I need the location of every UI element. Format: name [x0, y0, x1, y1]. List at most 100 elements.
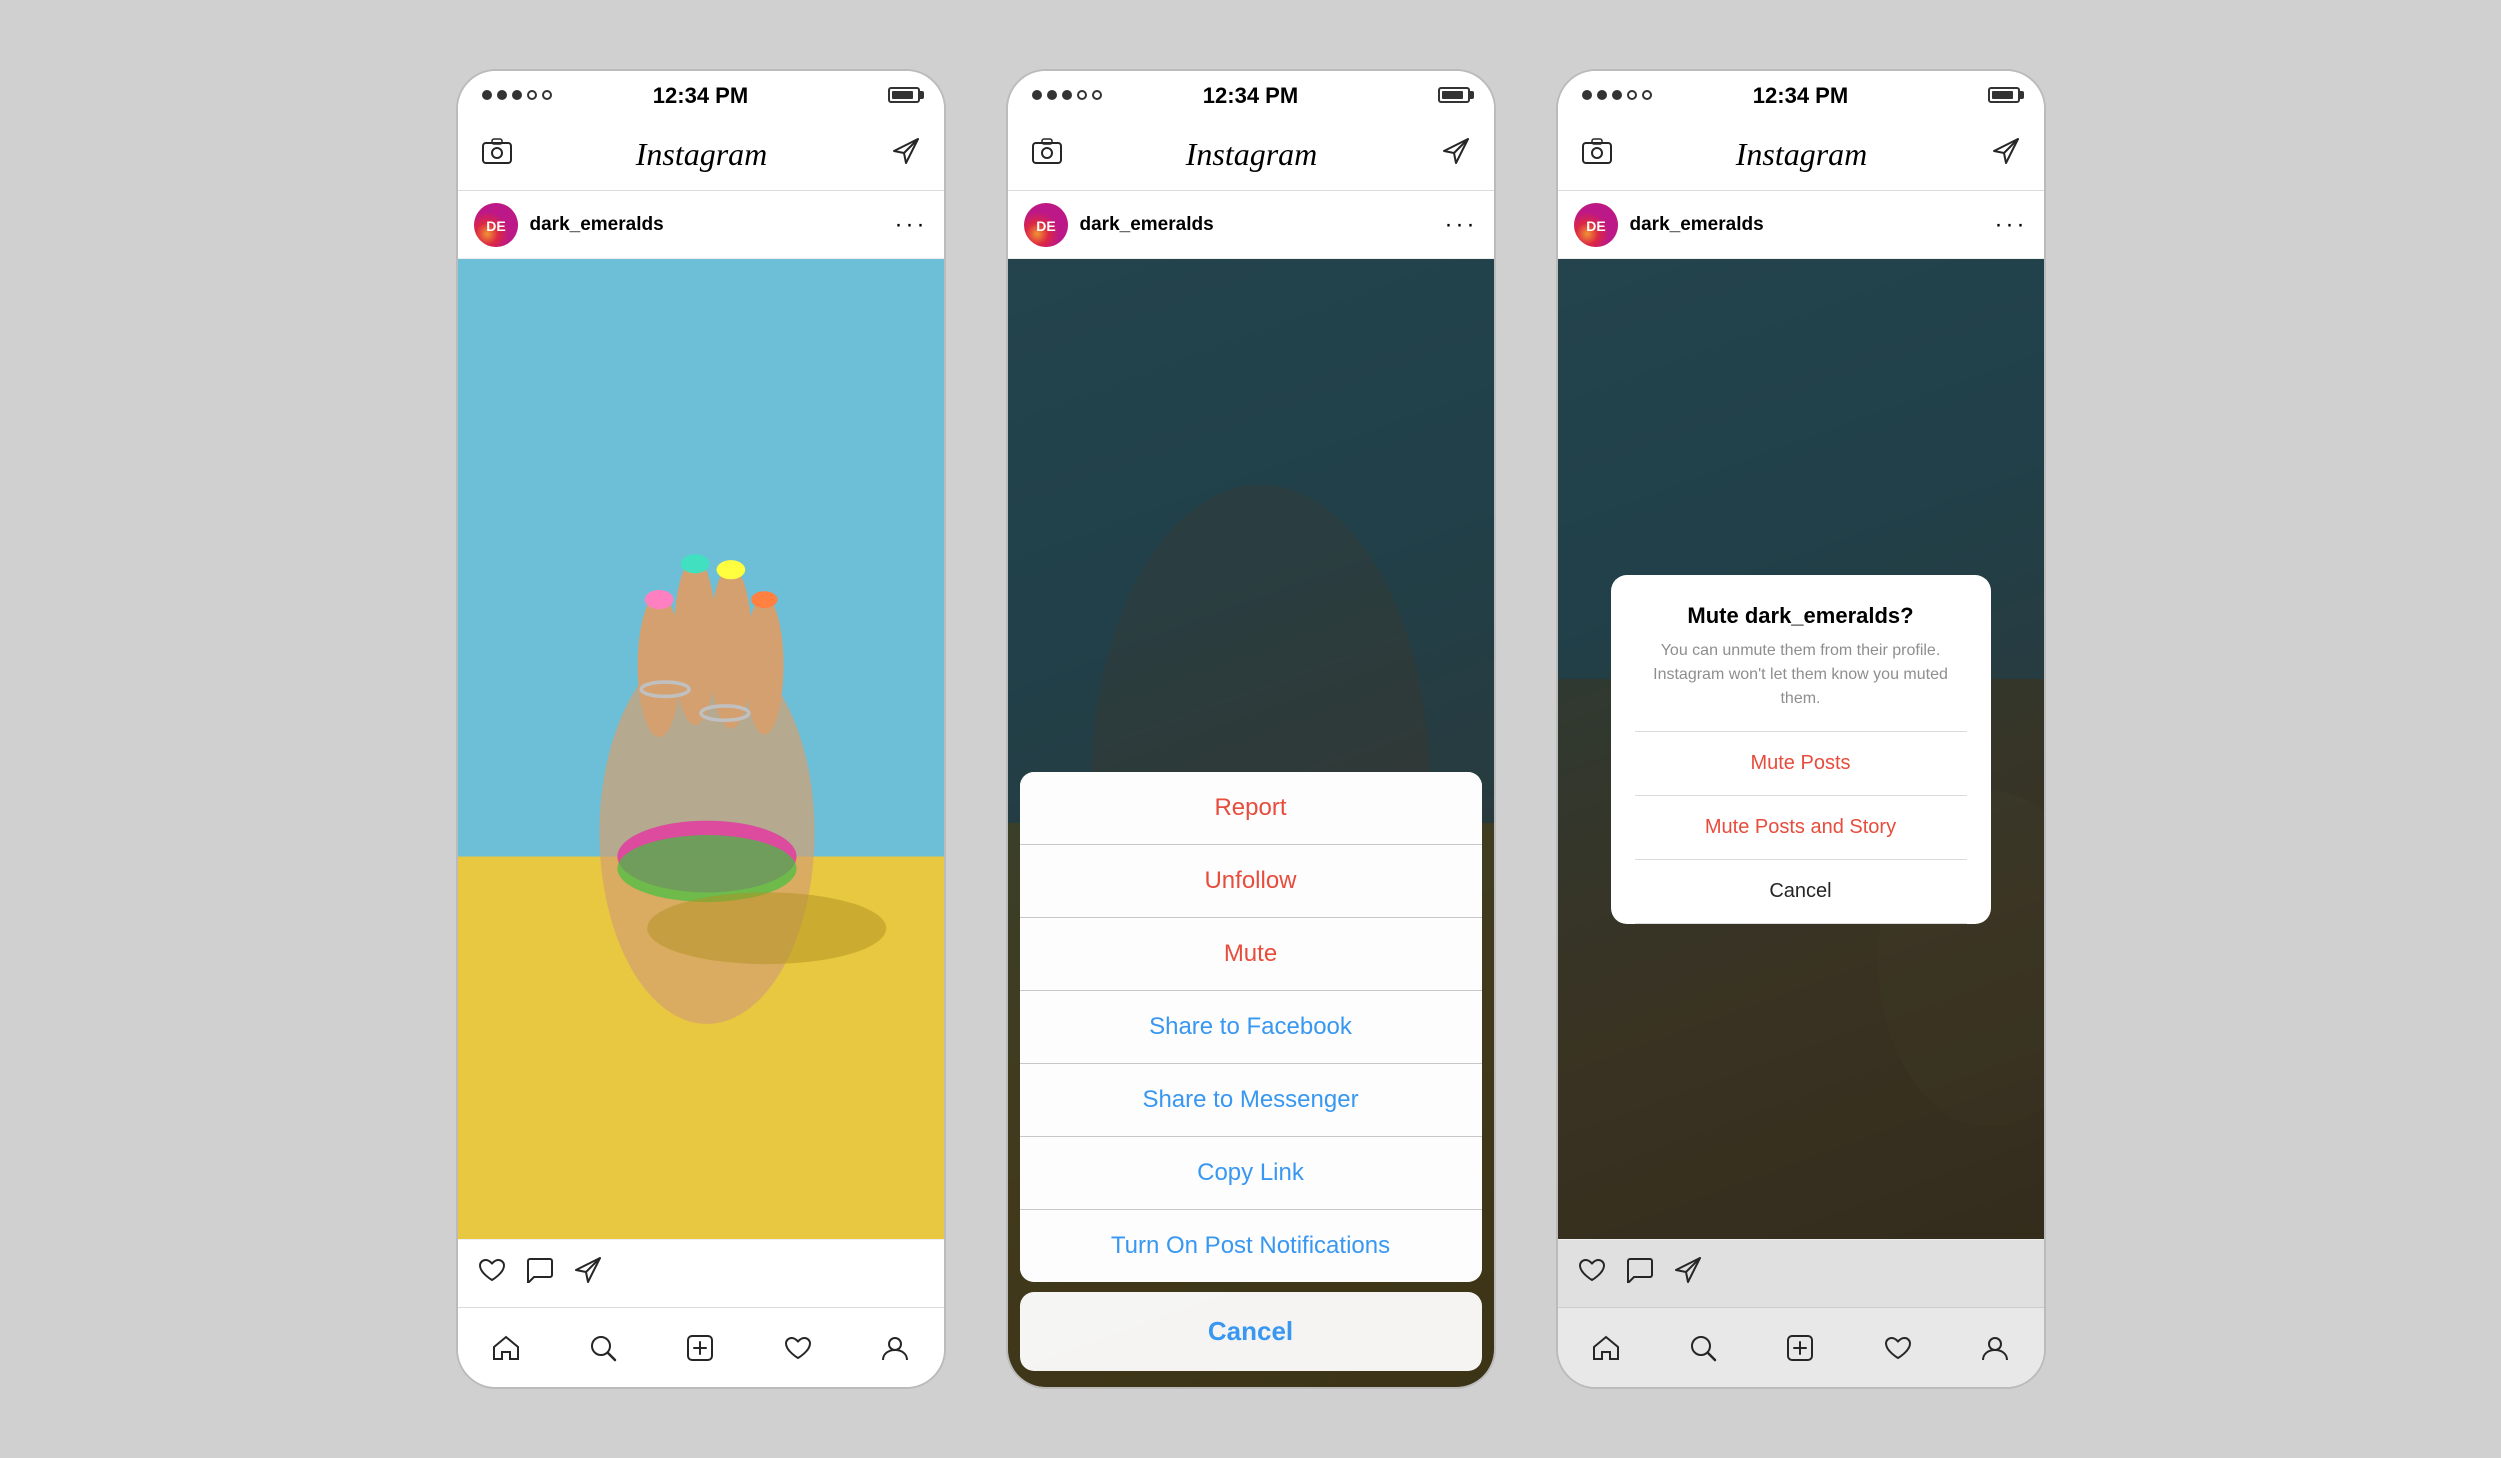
dot3-3	[1612, 90, 1622, 100]
tab-bar-3	[1558, 1307, 2044, 1387]
comment-icon[interactable]	[526, 1257, 554, 1290]
comment-icon-3[interactable]	[1626, 1257, 1654, 1290]
dot2-2	[1047, 90, 1057, 100]
add-tab[interactable]	[675, 1323, 725, 1373]
battery-fill-3	[1992, 91, 2014, 99]
dot2-4	[1077, 90, 1087, 100]
phone-3: 12:34 PM Instagram	[1556, 69, 2046, 1389]
username-3[interactable]: dark_emeralds	[1630, 214, 1995, 236]
action-sheet: Report Unfollow Mute Share to Facebook S…	[1020, 772, 1482, 1371]
dot2-5	[1092, 90, 1102, 100]
post-actions-3	[1558, 1239, 2044, 1307]
cancel-button-2[interactable]: Cancel	[1020, 1292, 1482, 1371]
status-bar-2: 12:34 PM	[1008, 71, 1494, 119]
mute-dialog-actions: Mute Posts Mute Posts and Story Cancel	[1635, 731, 1967, 924]
post-header-3: DE dark_emeralds ···	[1558, 191, 2044, 259]
app-title-2: Instagram	[1186, 136, 1318, 173]
more-button-1[interactable]: ···	[895, 211, 928, 239]
dot3-5	[1642, 90, 1652, 100]
mute-posts-story-button[interactable]: Mute Posts and Story	[1635, 796, 1967, 860]
post-header-1: DE dark_emeralds ···	[458, 191, 944, 259]
send-icon-3[interactable]	[1992, 137, 2020, 172]
nav-bar-2: Instagram	[1008, 119, 1494, 191]
action-cancel: Cancel	[1020, 1292, 1482, 1371]
send-icon[interactable]	[892, 137, 920, 172]
avatar-3[interactable]: DE	[1574, 203, 1618, 247]
nav-bar-3: Instagram	[1558, 119, 2044, 191]
home-tab[interactable]	[481, 1323, 531, 1373]
phone-2: 12:34 PM Instagram	[1006, 69, 1496, 1389]
share-icon[interactable]	[574, 1256, 602, 1291]
bg-content-3: Mute dark_emeralds? You can unmute them …	[1558, 259, 2044, 1239]
mute-cancel-button[interactable]: Cancel	[1635, 860, 1967, 924]
dot3-2	[1597, 90, 1607, 100]
status-bar-3: 12:34 PM	[1558, 71, 2044, 119]
dot2-3	[1062, 90, 1072, 100]
avatar-1[interactable]: DE	[474, 203, 518, 247]
dot3	[512, 90, 522, 100]
post-actions-1	[458, 1239, 944, 1307]
mute-button[interactable]: Mute	[1020, 918, 1482, 991]
dot2-1	[1032, 90, 1042, 100]
add-tab-3[interactable]	[1775, 1323, 1825, 1373]
hand-photo	[458, 259, 944, 1239]
username-2[interactable]: dark_emeralds	[1080, 214, 1445, 236]
app-title-1: Instagram	[636, 136, 768, 173]
like-icon-3[interactable]	[1578, 1257, 1606, 1290]
search-tab[interactable]	[578, 1323, 628, 1373]
mute-dialog-title: Mute dark_emeralds?	[1635, 603, 1967, 629]
camera-icon-2[interactable]	[1032, 138, 1062, 171]
like-icon[interactable]	[478, 1257, 506, 1290]
status-time-1: 12:34 PM	[653, 83, 748, 109]
bg-content-2: Report Unfollow Mute Share to Facebook S…	[1008, 259, 1494, 1387]
mute-dialog-overlay: Mute dark_emeralds? You can unmute them …	[1558, 259, 2044, 1239]
home-tab-3[interactable]	[1581, 1323, 1631, 1373]
dot3-1	[1582, 90, 1592, 100]
more-button-3[interactable]: ···	[1995, 211, 2028, 239]
avatar-2[interactable]: DE	[1024, 203, 1068, 247]
unfollow-button[interactable]: Unfollow	[1020, 845, 1482, 918]
mute-dialog-description: You can unmute them from their profile. …	[1635, 639, 1967, 711]
profile-tab-3[interactable]	[1970, 1323, 2020, 1373]
battery-1	[888, 87, 920, 103]
profile-tab[interactable]	[870, 1323, 920, 1373]
camera-icon-3[interactable]	[1582, 138, 1612, 171]
action-sheet-items: Report Unfollow Mute Share to Facebook S…	[1020, 772, 1482, 1282]
share-messenger-button[interactable]: Share to Messenger	[1020, 1064, 1482, 1137]
tab-bar-1	[458, 1307, 944, 1387]
camera-icon[interactable]	[482, 138, 512, 171]
more-button-2[interactable]: ···	[1445, 211, 1478, 239]
share-facebook-button[interactable]: Share to Facebook	[1020, 991, 1482, 1064]
heart-tab[interactable]	[773, 1323, 823, 1373]
post-image-1	[458, 259, 944, 1239]
status-right-1	[888, 87, 920, 103]
dot3-4	[1627, 90, 1637, 100]
svg-text:DE: DE	[1036, 218, 1055, 234]
post-notifications-button[interactable]: Turn On Post Notifications	[1020, 1210, 1482, 1282]
battery-fill-2	[1442, 91, 1464, 99]
battery-3	[1988, 87, 2020, 103]
dot2	[497, 90, 507, 100]
dot5	[542, 90, 552, 100]
username-1[interactable]: dark_emeralds	[530, 214, 895, 236]
status-time-2: 12:34 PM	[1203, 83, 1298, 109]
battery-fill-1	[892, 91, 914, 99]
status-bar-1: 12:34 PM	[458, 71, 944, 119]
mute-posts-button[interactable]: Mute Posts	[1635, 732, 1967, 796]
dot1	[482, 90, 492, 100]
phone-1: 12:34 PM Instagram	[456, 69, 946, 1389]
signal-dots-2	[1032, 90, 1102, 100]
report-button[interactable]: Report	[1020, 772, 1482, 845]
share-icon-3[interactable]	[1674, 1256, 1702, 1291]
battery-2	[1438, 87, 1470, 103]
copy-link-button[interactable]: Copy Link	[1020, 1137, 1482, 1210]
search-tab-3[interactable]	[1678, 1323, 1728, 1373]
heart-tab-3[interactable]	[1873, 1323, 1923, 1373]
post-header-2: DE dark_emeralds ···	[1008, 191, 1494, 259]
dot4	[527, 90, 537, 100]
signal-dots	[482, 90, 552, 100]
nav-bar-1: Instagram	[458, 119, 944, 191]
action-sheet-overlay: Report Unfollow Mute Share to Facebook S…	[1008, 259, 1494, 1387]
svg-text:DE: DE	[486, 218, 505, 234]
send-icon-2[interactable]	[1442, 137, 1470, 172]
